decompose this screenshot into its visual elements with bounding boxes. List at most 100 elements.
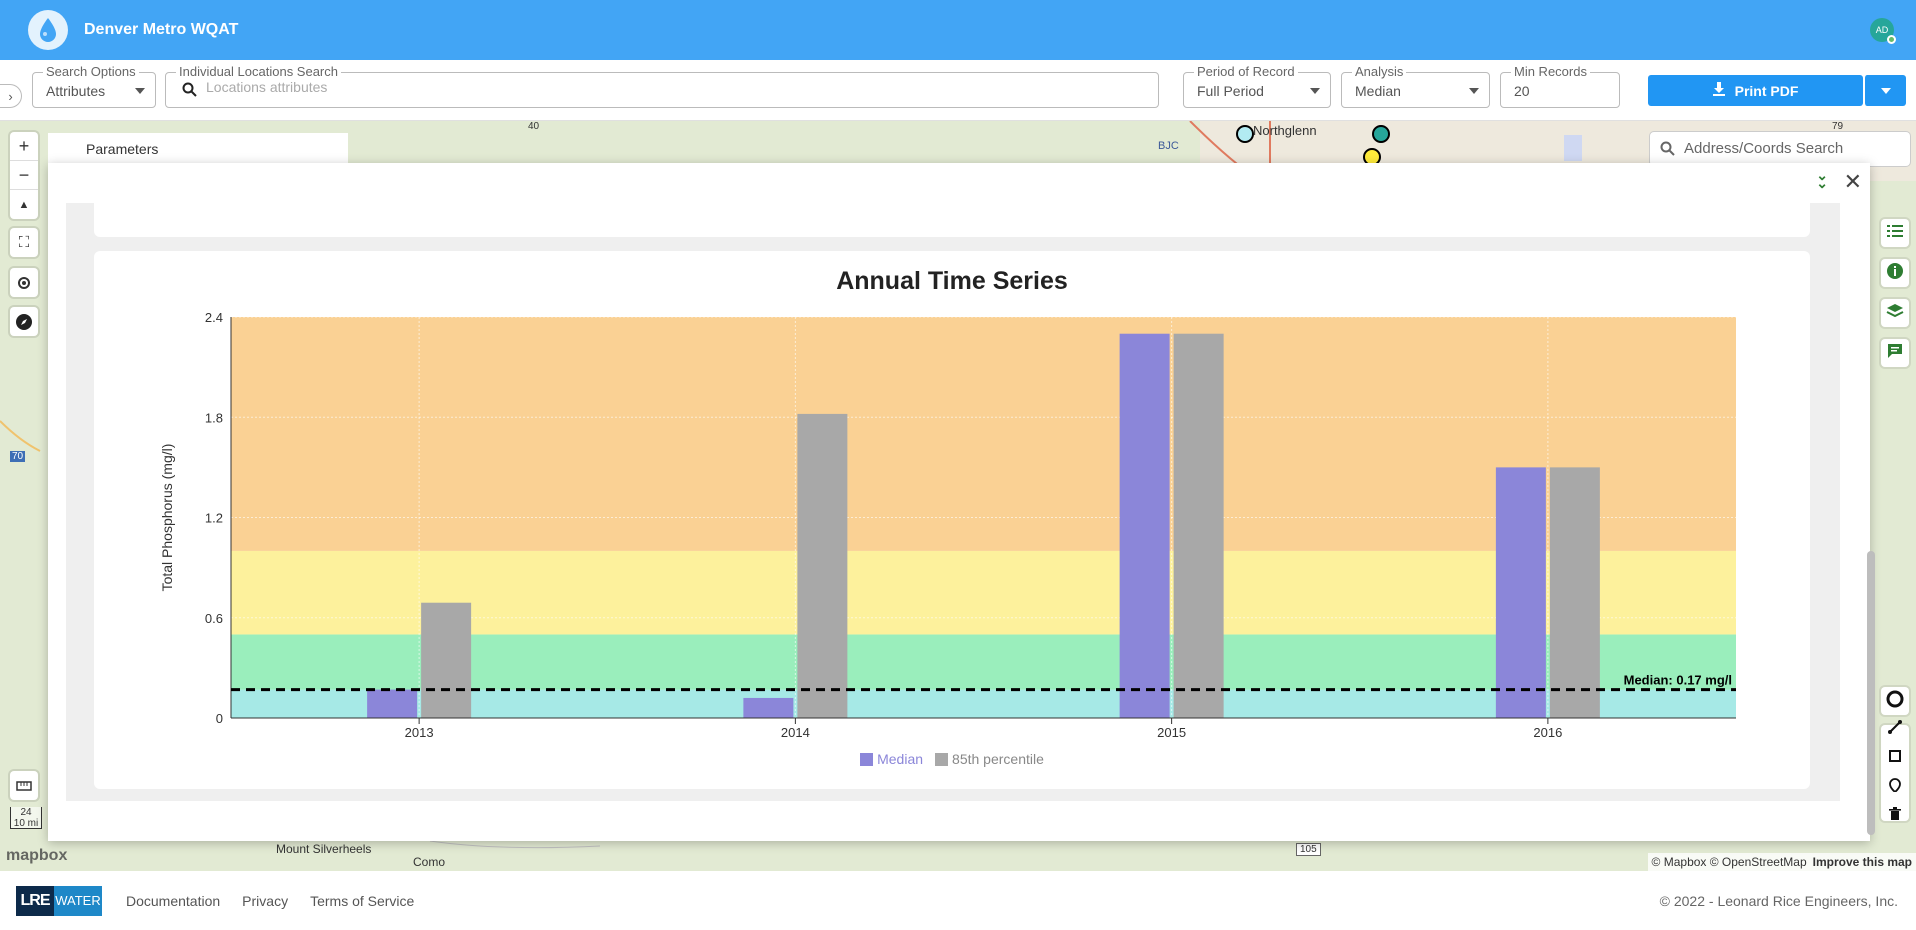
comments-button[interactable]	[1881, 339, 1909, 367]
chevron-down-icon	[1880, 87, 1891, 94]
lre-water-logo[interactable]: LRE WATER	[16, 885, 102, 916]
expand-panel-button[interactable]: ›	[0, 84, 22, 108]
chevron-down-icon	[135, 88, 145, 94]
annual-time-series-card: Annual Time Series 0 0.6 1.2 1.8 2.4 2013 2014…	[94, 251, 1810, 789]
print-options-dropdown[interactable]	[1864, 75, 1906, 106]
print-pdf-button[interactable]: Print PDF	[1648, 75, 1863, 106]
zoom-in-button[interactable]: +	[10, 132, 38, 161]
parameters-panel-label: Parameters	[86, 141, 159, 157]
x-tick-label: 2014	[781, 725, 810, 740]
period-of-record-label: Period of Record	[1194, 64, 1298, 79]
info-button[interactable]	[1881, 259, 1909, 287]
legend-swatch-85th-percentile	[935, 752, 949, 766]
modal-scrollbar-thumb[interactable]	[1867, 551, 1875, 835]
circle-icon	[1886, 690, 1904, 713]
list-view-button[interactable]	[1881, 219, 1909, 247]
improve-map-link[interactable]: Improve this map	[1813, 855, 1912, 869]
zoom-out-button[interactable]: −	[10, 161, 38, 190]
draw-polygon-icon[interactable]	[1888, 749, 1902, 768]
compass-control	[10, 307, 38, 336]
info-icon	[1886, 262, 1904, 285]
map-scale: 24 10 mi	[10, 807, 42, 829]
trash-icon[interactable]	[1889, 807, 1901, 826]
terms-of-service-link[interactable]: Terms of Service	[310, 893, 414, 909]
privacy-link[interactable]: Privacy	[242, 893, 288, 909]
legend-item-85th-percentile[interactable]: 85th percentile	[935, 751, 1044, 767]
print-pdf-label: Print PDF	[1734, 82, 1799, 99]
analysis-label: Analysis	[1352, 64, 1407, 79]
modal-content: Annual Time Series 0 0.6 1.2 1.8 2.4 2013 2014…	[66, 203, 1875, 835]
bar-85th-percentile-2013	[421, 602, 472, 718]
period-of-record-select[interactable]: Period of Record Full Period	[1183, 64, 1331, 108]
draw-tools	[1881, 720, 1909, 821]
collapse-icon[interactable]: ⌄ ⌄	[1816, 168, 1828, 190]
previous-card	[94, 203, 1810, 237]
footer: LRE WATER Documentation Privacy Terms of…	[0, 871, 1916, 930]
x-tick-label: 2013	[405, 725, 434, 740]
fullscreen-control: ⛶	[10, 228, 38, 257]
bar-85th-percentile-2016	[1549, 467, 1600, 718]
map-scale-unit: 10 mi	[13, 818, 39, 829]
annual-time-series-chart: 0 0.6 1.2 1.8 2.4 2013 2014 2015 2016 Median: 0.1…	[159, 310, 1736, 740]
measure-control	[10, 771, 38, 800]
close-icon[interactable]: ✕	[1844, 169, 1862, 195]
mapbox-logo[interactable]: mapbox	[6, 847, 67, 865]
road-label-40: 40	[528, 121, 540, 132]
lre-logo-mark: LRE	[16, 885, 54, 916]
chart-legend: Median 85th percentile	[94, 751, 1810, 767]
bar-median-2014	[743, 697, 794, 718]
layers-icon	[1886, 303, 1904, 324]
draw-line-icon[interactable]	[1888, 720, 1902, 739]
bar-85th-percentile-2014	[797, 413, 848, 718]
zoom-controls: + − ▲	[10, 132, 38, 219]
draw-point-icon[interactable]	[1889, 778, 1901, 797]
bar-median-2016	[1495, 467, 1546, 718]
analysis-select[interactable]: Analysis Median	[1341, 64, 1490, 108]
locations-search-input[interactable]	[206, 79, 1106, 95]
min-records-value[interactable]: 20	[1514, 83, 1530, 99]
ruler-icon[interactable]	[10, 771, 38, 800]
attribution-text[interactable]: © Mapbox © OpenStreetMap	[1652, 855, 1807, 869]
address-search[interactable]	[1650, 132, 1910, 166]
chevron-down-icon	[1310, 88, 1320, 94]
search-options-label: Search Options	[43, 64, 139, 79]
legend-label-85th-percentile: 85th percentile	[952, 751, 1044, 767]
compass-north-icon[interactable]: ▲	[10, 190, 38, 219]
download-icon	[1712, 82, 1725, 99]
search-icon	[182, 82, 197, 102]
documentation-link[interactable]: Documentation	[126, 893, 220, 909]
address-search-input[interactable]	[1684, 140, 1904, 157]
road-label-79: 79	[1832, 121, 1844, 132]
app-bar: Denver Metro WQAT AD	[0, 0, 1916, 60]
map-label-bjc: BJC	[1158, 140, 1179, 152]
map-scale-value: 24	[20, 807, 32, 818]
draw-circle-button[interactable]	[1881, 687, 1909, 715]
y-tick-label: 1.8	[205, 410, 223, 425]
bar-median-2015	[1119, 333, 1170, 718]
chart-modal: ⌄ ⌄ ✕ Annual Time Series 0 0.6 1.2 1.8 2.4 201…	[48, 163, 1875, 841]
geolocate-icon[interactable]	[10, 268, 38, 297]
search-icon	[1660, 141, 1675, 161]
legend-label-median: Median	[877, 751, 924, 767]
chat-icon	[1887, 343, 1903, 364]
fullscreen-icon[interactable]: ⛶	[10, 228, 38, 257]
road-label-70: 70	[10, 451, 26, 462]
min-records-field[interactable]: Min Records 20	[1500, 64, 1620, 108]
y-axis-label: Total Phosphorus (mg/l)	[159, 444, 175, 592]
layers-button[interactable]	[1881, 299, 1909, 327]
avatar[interactable]: AD	[1870, 18, 1896, 44]
search-options-value: Attributes	[46, 83, 106, 99]
y-tick-label: 0.6	[205, 611, 223, 626]
y-tick-label: 0	[216, 711, 223, 726]
copyright-text: © 2022 - Leonard Rice Engineers, Inc.	[1659, 892, 1898, 909]
app-title: Denver Metro WQAT	[84, 21, 239, 38]
map-label-northglenn: Northglenn	[1253, 123, 1317, 138]
map-label-como: Como	[413, 855, 446, 869]
legend-item-median[interactable]: Median	[860, 751, 923, 767]
search-toolbar: › Search Options Attributes Individual L…	[0, 60, 1916, 121]
geolocate-control	[10, 268, 38, 297]
water-drop-icon[interactable]	[28, 10, 68, 50]
search-options-select[interactable]: Search Options Attributes	[32, 64, 156, 108]
compass-icon[interactable]	[10, 307, 38, 336]
locations-search-field[interactable]: Individual Locations Search	[165, 64, 1159, 108]
